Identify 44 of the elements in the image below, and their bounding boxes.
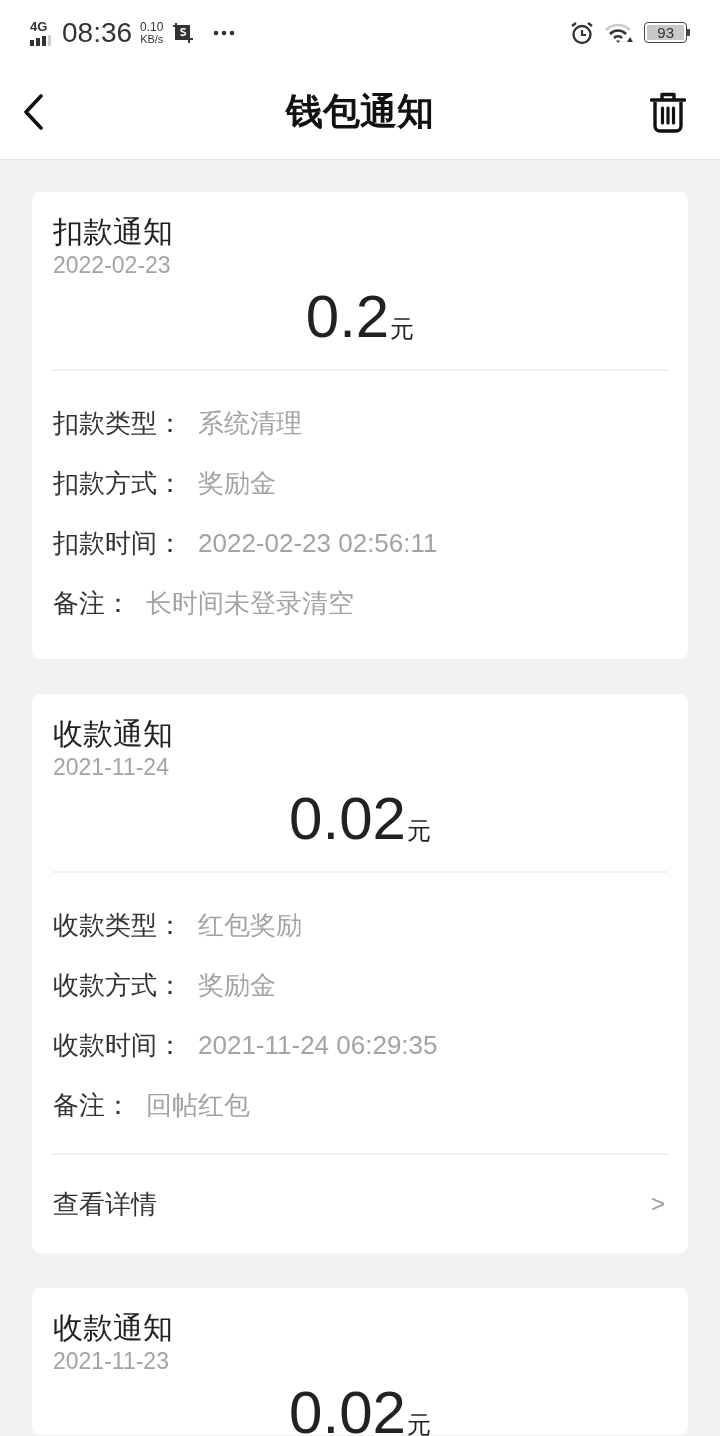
detail-value: 奖励金 <box>198 968 276 1002</box>
crop-frame-icon <box>173 22 194 43</box>
notification-date: 2021-11-24 <box>53 753 170 781</box>
network-speed-value: 0.10 <box>140 20 164 33</box>
notification-title: 收款通知 <box>53 716 174 752</box>
detail-value: 红包奖励 <box>198 908 302 942</box>
detail-label: 扣款时间： <box>53 526 183 560</box>
notification-date: 2021-11-23 <box>53 1347 170 1375</box>
detail-value: 2022-02-23 02:56:11 <box>198 526 438 560</box>
view-details-button[interactable]: 查看详情 > <box>53 1155 667 1253</box>
detail-label: 收款时间： <box>53 1028 183 1062</box>
currency-unit: 元 <box>406 1411 431 1436</box>
clock-time: 08:36 <box>62 16 133 49</box>
notification-title: 收款通知 <box>53 1310 174 1346</box>
detail-label: 扣款类型： <box>53 406 183 440</box>
detail-label: 扣款方式： <box>53 466 183 500</box>
trash-icon <box>650 91 686 133</box>
back-chevron-icon <box>22 94 44 130</box>
detail-value: 系统清理 <box>198 406 302 440</box>
more-dots-icon <box>213 29 236 36</box>
battery-percentage: 93 <box>647 25 684 40</box>
signal-icon <box>30 34 52 46</box>
page-title: 钱包通知 <box>286 90 434 134</box>
detail-value: 长时间未登录清空 <box>146 586 354 620</box>
detail-value: 奖励金 <box>198 466 276 500</box>
network-type-label: 4G <box>30 19 48 33</box>
detail-label: 收款方式： <box>53 968 183 1002</box>
currency-unit: 元 <box>406 817 431 845</box>
amount-value: 0.2 <box>305 295 390 339</box>
notification-date: 2022-02-23 <box>53 251 172 279</box>
detail-value: 2021-11-24 06:29:35 <box>198 1028 438 1062</box>
detail-label: 备注： <box>53 586 131 620</box>
delete-button[interactable] <box>648 90 688 134</box>
chevron-icon: > <box>651 1186 665 1222</box>
network-speed-unit: KB/s <box>140 32 164 45</box>
wifi-icon <box>604 21 635 44</box>
alarm-clock-icon <box>570 20 595 45</box>
amount-value: 0.02 <box>289 1391 406 1435</box>
detail-value: 回帖红包 <box>146 1088 250 1122</box>
detail-label: 备注： <box>53 1088 131 1122</box>
detail-label: 收款类型： <box>53 908 183 942</box>
amount-value: 0.02 <box>289 797 406 841</box>
currency-unit: 元 <box>390 315 415 343</box>
notification-title: 扣款通知 <box>53 214 174 250</box>
